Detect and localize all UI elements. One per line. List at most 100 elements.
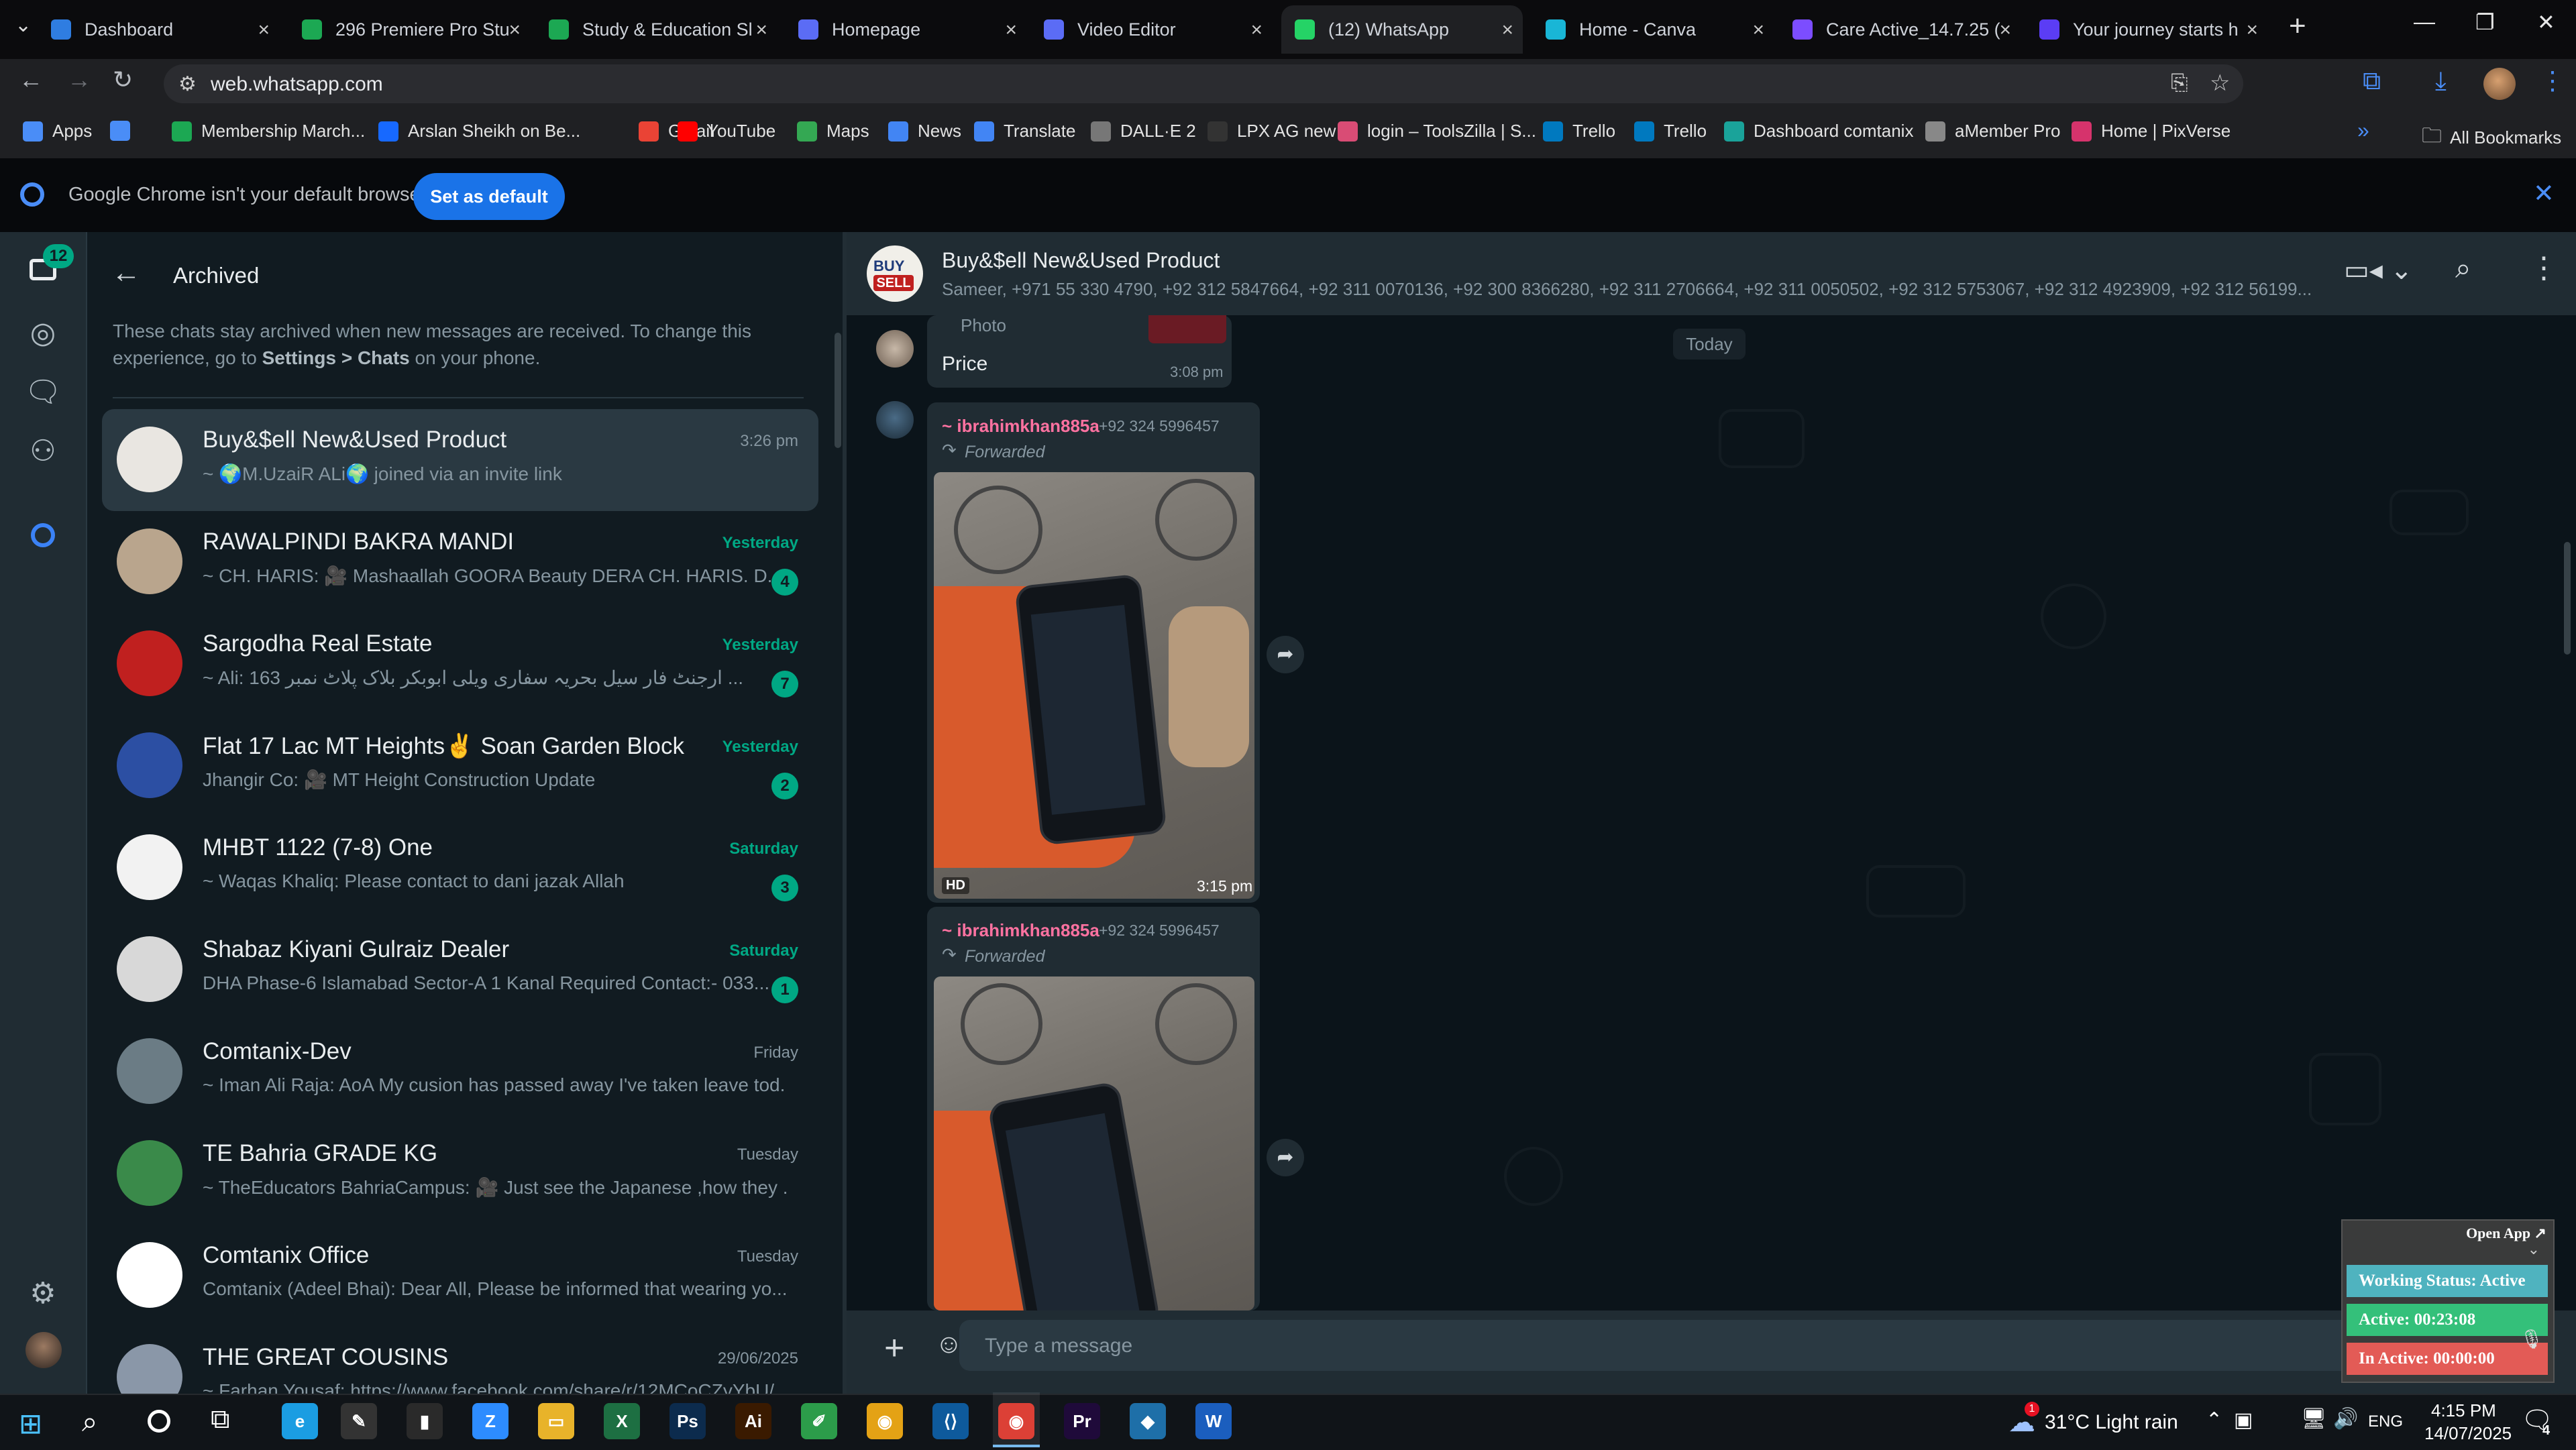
chat-list-item[interactable]: Flat 17 Lac MT Heights✌️ Soan Garden Blo… xyxy=(102,715,818,817)
chat-avatar[interactable] xyxy=(117,834,182,900)
task-view-icon[interactable]: ⧉ xyxy=(211,1404,230,1435)
sender-avatar[interactable] xyxy=(876,330,914,368)
tab-close-icon[interactable]: × xyxy=(2246,19,2258,42)
edge-icon[interactable]: e xyxy=(282,1403,318,1439)
bookmark-item[interactable]: News xyxy=(888,121,961,142)
tray-chevron-icon[interactable]: ⌃ xyxy=(2206,1408,2222,1432)
word-icon[interactable]: W xyxy=(1195,1403,1232,1439)
minimize-icon[interactable]: — xyxy=(2414,9,2435,34)
bookmark-item[interactable]: Trello xyxy=(1634,121,1707,142)
browser-tab[interactable]: Care Active_14.7.25 (× xyxy=(1779,5,2021,54)
chat-list-item[interactable]: Comtanix Office Comtanix (Adeel Bhai): De… xyxy=(102,1225,818,1327)
chat-list-item[interactable]: Sargodha Real Estate ~ Ali: ارجنٹ فار سیل… xyxy=(102,613,818,715)
photo-thumb[interactable] xyxy=(1148,315,1226,343)
message-bubble[interactable]: ~ ibrahimkhan885a +92 324 5996457 ↷ Forw… xyxy=(927,402,1260,903)
chrome-taskbar-icon[interactable]: ◉ xyxy=(867,1403,903,1439)
browser-tab[interactable]: Your journey starts h × xyxy=(2026,5,2267,54)
chat-avatar[interactable] xyxy=(117,528,182,594)
chat-list-item[interactable]: TE Bahria GRADE KG ~ TheEducators BahriaC… xyxy=(102,1123,818,1225)
start-icon[interactable]: ⊞ xyxy=(19,1407,42,1440)
menu-dots-icon[interactable]: ⋮ xyxy=(2540,66,2565,96)
tray-app-icon[interactable]: ▣ xyxy=(2234,1408,2253,1432)
tab-close-icon[interactable]: × xyxy=(1752,19,1764,42)
chat-scrollbar[interactable] xyxy=(2564,542,2571,655)
tab-close-icon[interactable]: × xyxy=(1999,19,2011,42)
chat-list-item[interactable]: Buy&$ell New&Used Product ~ 🌍M.UzaiR ALi🌍… xyxy=(102,409,818,511)
extensions-icon[interactable]: ⧉ xyxy=(2363,67,2381,96)
bookmark-item[interactable]: DALL·E 2 xyxy=(1091,121,1196,142)
chat-avatar[interactable] xyxy=(117,1140,182,1206)
open-app-link[interactable]: Open App ↗ xyxy=(2466,1225,2546,1242)
chat-list-item[interactable]: MHBT 1122 (7-8) One ~ Waqas Khaliq: Pleas… xyxy=(102,817,818,919)
illustrator-icon[interactable]: Ai xyxy=(735,1403,771,1439)
pencil-app-icon[interactable]: ✐ xyxy=(801,1403,837,1439)
close-window-icon[interactable]: ✕ xyxy=(2537,9,2555,35)
vscode-icon[interactable]: ⟨⟩ xyxy=(932,1403,969,1439)
language-indicator[interactable]: ENG xyxy=(2368,1412,2403,1431)
chat-avatar[interactable] xyxy=(117,1344,182,1394)
restore-icon[interactable]: ❐ xyxy=(2475,9,2495,35)
chat-menu-icon[interactable]: ⋮ xyxy=(2529,251,2559,285)
search-taskbar-icon[interactable]: ⌕ xyxy=(82,1406,98,1439)
message-input[interactable]: ☺ Type a message xyxy=(935,1320,2462,1371)
browser-tab[interactable]: (12) WhatsApp × xyxy=(1281,5,1523,54)
group-avatar[interactable]: BUY SELL xyxy=(867,245,923,302)
photo-attachment[interactable] xyxy=(934,977,1254,1310)
bookmark-item[interactable]: Trello xyxy=(1543,121,1615,142)
photoshop-icon[interactable]: Ps xyxy=(669,1403,706,1439)
file-explorer-icon[interactable]: ▭ xyxy=(538,1403,574,1439)
message-bubble[interactable]: ~ ibrahimkhan885a +92 324 5996457 ↷ Forw… xyxy=(927,907,1260,1310)
chat-list-item[interactable]: Comtanix-Dev ~ Iman Ali Raja: AoA My cusi… xyxy=(102,1021,818,1123)
tab-close-icon[interactable]: × xyxy=(1250,19,1263,42)
forward-button[interactable]: ➦ xyxy=(1267,1139,1304,1176)
downloads-icon[interactable]: ⤓ xyxy=(2435,67,2447,96)
chat-avatar[interactable] xyxy=(117,936,182,1002)
bookmark-item[interactable]: login – ToolsZilla | S... xyxy=(1338,121,1536,142)
profile-avatar[interactable] xyxy=(2483,68,2516,100)
volume-icon[interactable]: 🔊 xyxy=(2333,1407,2358,1431)
bookmark-item[interactable]: Translate xyxy=(974,121,1075,142)
browser-tab[interactable]: Home - Canva × xyxy=(1532,5,1774,54)
terminal-icon[interactable]: ▮ xyxy=(407,1403,443,1439)
clock-date[interactable]: 14/07/2025 xyxy=(2424,1423,2512,1444)
bookmark-item[interactable]: Home | PixVerse xyxy=(2072,121,2231,142)
tab-close-icon[interactable]: × xyxy=(1005,19,1017,42)
clock-time[interactable]: 4:15 PM xyxy=(2431,1400,2496,1421)
bookmark-star-icon[interactable]: ☆ xyxy=(2210,70,2230,97)
chat-list-item[interactable]: RAWALPINDI BAKRA MANDI ~ CH. HARIS: 🎥 Mas… xyxy=(102,511,818,613)
zoom-icon[interactable]: Z xyxy=(472,1403,508,1439)
premiere-icon[interactable]: Pr xyxy=(1064,1403,1100,1439)
pen-icon[interactable]: ✎ xyxy=(341,1403,377,1439)
chat-avatar[interactable] xyxy=(117,427,182,492)
list-scrollbar[interactable] xyxy=(835,333,841,448)
bookmark-item[interactable]: LPX AG new xyxy=(1208,121,1336,142)
install-app-icon[interactable]: ⎘ xyxy=(2171,70,2188,96)
message-bubble[interactable]: Photo Price 3:08 pm xyxy=(927,315,1232,388)
video-call-icon[interactable]: ▭◂ ⌄ xyxy=(2344,255,2413,286)
app-diamond-icon[interactable]: ◆ xyxy=(1130,1403,1166,1439)
browser-tab[interactable]: Video Editor × xyxy=(1030,5,1272,54)
attach-plus-icon[interactable]: + xyxy=(884,1328,904,1368)
chat-avatar[interactable] xyxy=(117,732,182,798)
chat-avatar[interactable] xyxy=(117,630,182,696)
bookmark-item[interactable]: aMember Pro xyxy=(1925,121,2061,142)
photo-attachment[interactable]: HD 3:15 pm xyxy=(934,472,1254,899)
collapse-icon[interactable]: ⌄ xyxy=(2528,1241,2540,1258)
sender-name[interactable]: ~ ibrahimkhan885a xyxy=(942,416,1099,437)
tab-close-icon[interactable]: × xyxy=(1501,19,1513,42)
chat-header[interactable]: BUY SELL Buy&$ell New&Used Product Samee… xyxy=(847,232,2576,315)
infobar-close-icon[interactable]: ✕ xyxy=(2533,178,2555,209)
new-tab-button[interactable]: + xyxy=(2289,9,2306,43)
chat-avatar[interactable] xyxy=(117,1038,182,1104)
forward-button[interactable]: ➦ xyxy=(1267,636,1304,673)
sender-name[interactable]: ~ ibrahimkhan885a xyxy=(942,920,1099,941)
bookmark-item[interactable]: Dashboard comtanix xyxy=(1724,121,1913,142)
excel-icon[interactable]: X xyxy=(604,1403,640,1439)
more-bookmarks-icon[interactable]: » xyxy=(2357,118,2369,143)
cortana-icon[interactable] xyxy=(148,1410,170,1433)
all-bookmarks[interactable]: 🗀 All Bookmarks xyxy=(2422,121,2561,155)
network-icon[interactable]: 🖥 xyxy=(2301,1407,2326,1431)
chat-list-item[interactable]: THE GREAT COUSINS ~ Farhan Yousaf: https:… xyxy=(102,1327,818,1394)
chat-list-item[interactable]: Shabaz Kiyani Gulraiz Dealer DHA Phase-6 … xyxy=(102,919,818,1021)
search-icon[interactable]: ⌕ xyxy=(2455,252,2471,285)
